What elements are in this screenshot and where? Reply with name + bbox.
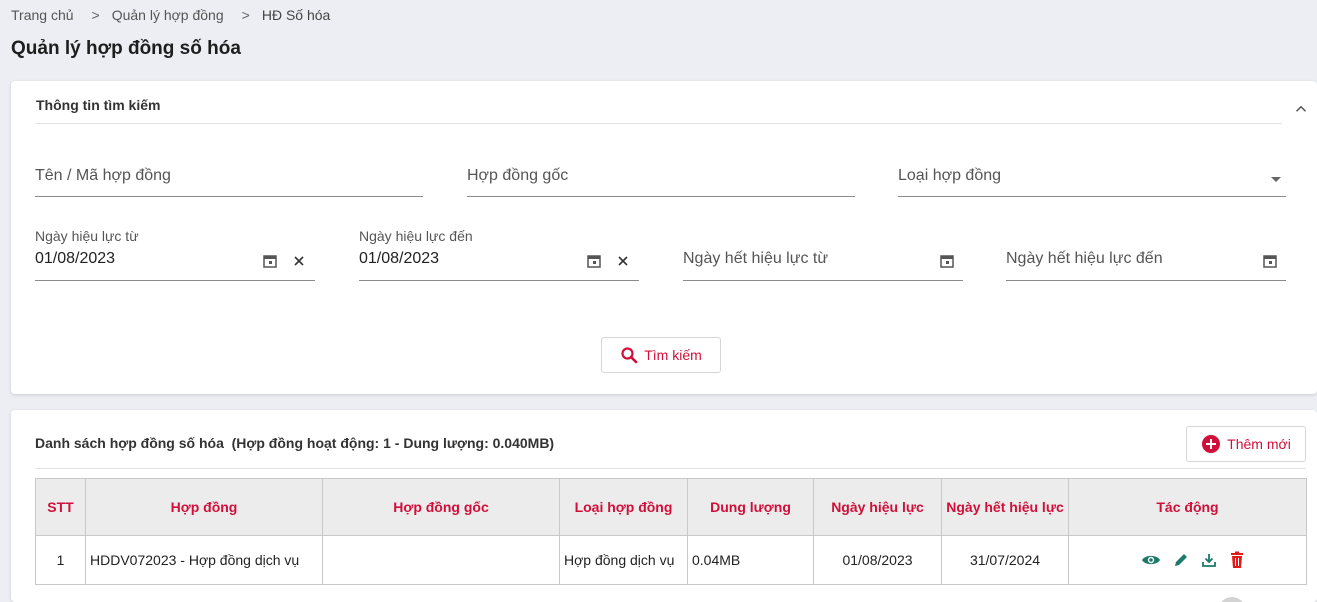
column-header-expiry-date: Ngày hết hiệu lực bbox=[941, 478, 1069, 536]
calendar-icon[interactable] bbox=[939, 253, 955, 269]
dropdown-arrow-icon[interactable] bbox=[1268, 171, 1284, 187]
search-panel-title: Thông tin tìm kiếm bbox=[36, 97, 161, 113]
contract-list-summary: (Hợp đồng hoạt động: 1 - Dung lượng: 0.0… bbox=[231, 435, 555, 451]
download-icon[interactable] bbox=[1201, 552, 1217, 568]
expiry-from-date-field[interactable]: Ngày hết hiệu lực từ bbox=[683, 228, 963, 281]
column-header-original-contract: Hợp đồng gốc bbox=[322, 478, 560, 536]
table-row[interactable]: 1 HDDV072023 - Hợp đồng dịch vụ Hợp đồng… bbox=[35, 535, 1307, 585]
original-contract-input[interactable]: Hợp đồng gốc bbox=[467, 161, 855, 197]
add-new-button-label: Thêm mới bbox=[1227, 436, 1291, 452]
breadcrumb: Trang chủ > Quản lý hợp đồng > HĐ Số hóa bbox=[11, 5, 330, 25]
column-header-size: Dung lượng bbox=[687, 478, 814, 536]
cell-original-contract bbox=[322, 535, 560, 585]
cell-expiry-date: 31/07/2024 bbox=[941, 535, 1069, 585]
effective-from-date-field[interactable]: Ngày hiệu lực từ 01/08/2023 bbox=[35, 228, 315, 281]
breadcrumb-current: HĐ Số hóa bbox=[261, 7, 331, 23]
trash-icon[interactable] bbox=[1229, 551, 1245, 569]
contract-table: STT Hợp đồng Hợp đồng gốc Loại hợp đồng … bbox=[35, 478, 1307, 585]
table-header-row: STT Hợp đồng Hợp đồng gốc Loại hợp đồng … bbox=[35, 478, 1307, 536]
search-button-label: Tìm kiếm bbox=[644, 347, 702, 363]
column-header-actions: Tác động bbox=[1068, 478, 1307, 536]
contract-type-placeholder: Loại hợp đồng bbox=[898, 167, 1002, 184]
cell-contract: HDDV072023 - Hợp đồng dịch vụ bbox=[85, 535, 323, 585]
contract-list-heading: Danh sách hợp đồng số hóa bbox=[35, 435, 224, 451]
breadcrumb-home[interactable]: Trang chủ bbox=[11, 7, 74, 23]
cell-actions bbox=[1068, 535, 1307, 585]
clear-icon[interactable] bbox=[615, 253, 631, 269]
contract-name-code-placeholder: Tên / Mã hợp đồng bbox=[35, 167, 171, 184]
cell-contract-type: Hợp đồng dịch vụ bbox=[559, 535, 688, 585]
column-header-stt: STT bbox=[35, 478, 86, 536]
search-button[interactable]: Tìm kiếm bbox=[601, 337, 721, 373]
divider bbox=[35, 468, 1306, 469]
eye-icon[interactable] bbox=[1141, 553, 1161, 567]
breadcrumb-separator: > bbox=[241, 7, 250, 23]
page-title: Quản lý hợp đồng số hóa bbox=[11, 38, 241, 59]
expiry-to-placeholder: Ngày hết hiệu lực đến bbox=[1006, 250, 1163, 267]
contract-list-title: Danh sách hợp đồng số hóa (Hợp đồng hoạt… bbox=[35, 435, 554, 451]
calendar-icon[interactable] bbox=[1262, 253, 1278, 269]
column-header-contract-type: Loại hợp đồng bbox=[559, 478, 688, 536]
add-new-button[interactable]: Thêm mới bbox=[1186, 426, 1306, 462]
effective-from-label: Ngày hiệu lực từ bbox=[35, 228, 139, 244]
expiry-from-placeholder: Ngày hết hiệu lực từ bbox=[683, 250, 829, 267]
edit-icon[interactable] bbox=[1173, 552, 1189, 568]
clear-icon[interactable] bbox=[291, 253, 307, 269]
column-header-effective-date: Ngày hiệu lực bbox=[813, 478, 942, 536]
cell-effective-date: 01/08/2023 bbox=[813, 535, 942, 585]
breadcrumb-contract-management[interactable]: Quản lý hợp đồng bbox=[112, 7, 224, 23]
breadcrumb-separator: > bbox=[91, 7, 100, 23]
original-contract-placeholder: Hợp đồng gốc bbox=[467, 167, 569, 184]
calendar-icon[interactable] bbox=[586, 253, 602, 269]
cell-stt: 1 bbox=[35, 535, 86, 585]
cell-size: 0.04MB bbox=[687, 535, 814, 585]
contract-type-select[interactable]: Loại hợp đồng bbox=[898, 161, 1286, 197]
effective-to-value[interactable]: 01/08/2023 bbox=[359, 250, 439, 268]
add-circle-icon bbox=[1202, 435, 1221, 453]
column-header-contract: Hợp đồng bbox=[85, 478, 323, 536]
effective-from-value[interactable]: 01/08/2023 bbox=[35, 250, 115, 268]
contract-name-code-input[interactable]: Tên / Mã hợp đồng bbox=[35, 161, 423, 197]
divider bbox=[35, 123, 1282, 124]
effective-to-date-field[interactable]: Ngày hiệu lực đến 01/08/2023 bbox=[359, 228, 639, 281]
calendar-icon[interactable] bbox=[262, 253, 278, 269]
search-icon bbox=[621, 347, 638, 364]
contract-list-panel: Danh sách hợp đồng số hóa (Hợp đồng hoạt… bbox=[11, 410, 1317, 602]
effective-to-label: Ngày hiệu lực đến bbox=[359, 228, 473, 244]
search-panel: Thông tin tìm kiếm Tên / Mã hợp đồng Hợp… bbox=[11, 81, 1317, 394]
expiry-to-date-field[interactable]: Ngày hết hiệu lực đến bbox=[1006, 228, 1286, 281]
chevron-up-icon[interactable] bbox=[1292, 100, 1310, 118]
